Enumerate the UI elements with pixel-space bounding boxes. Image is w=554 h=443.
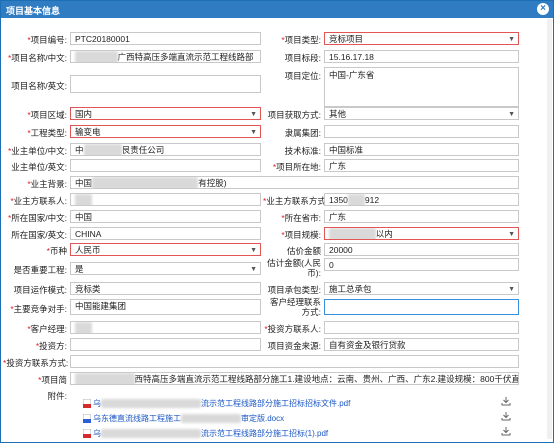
attachment-item[interactable]: 乌xxxxxxxxxxxxxxxxxxxxxxxxx流示范工程线路部分施工招标(… — [83, 428, 328, 439]
province-input[interactable]: 广东 — [324, 210, 519, 223]
operation-mode-input[interactable]: 竞标类 — [70, 282, 261, 295]
close-icon[interactable]: × — [537, 3, 549, 15]
funding-source-label: 项目资金来源: — [267, 341, 321, 351]
owner-en-label: 业主单位/英文: — [11, 162, 67, 172]
tech-standard-label: 技术标准: — [284, 146, 321, 156]
owner-en-input[interactable] — [70, 159, 261, 172]
bid-section-input[interactable]: 15.16.17.18 — [324, 50, 519, 63]
investor-contact-method-label: *投资方联系方式: — [3, 358, 69, 368]
dialog-titlebar: 项目基本信息 × — [1, 1, 553, 18]
owner-contact-phone-input[interactable]: 1350xxxx912 — [324, 193, 519, 206]
investor-contact-input[interactable] — [324, 321, 519, 334]
currency-select[interactable]: 人民币 ▼ — [70, 243, 261, 256]
project-region-label: *项目区域: — [27, 110, 67, 120]
project-code-label: *项目编号: — [27, 35, 67, 45]
project-name-cn-label: *项目名称/中文: — [7, 53, 67, 63]
owner-background-input[interactable]: 中国xxxxxxxxxxxxxxxxxxxxxxxxx有控股) — [70, 176, 519, 189]
docx-icon — [83, 414, 91, 423]
investor-input[interactable] — [70, 338, 261, 351]
project-type-select[interactable]: 竞标项目 ▼ — [324, 32, 519, 45]
project-code-input[interactable]: PTC20180001 — [70, 32, 261, 45]
attachment-item[interactable]: 乌xxxxxxxxxxxxxxxxxxxxxxxxx流示范工程线路部分施工招标招… — [83, 398, 350, 409]
tech-standard-input[interactable]: 中国标准 — [324, 143, 519, 156]
funding-source-input[interactable]: 自有资金及银行贷款 — [324, 338, 519, 351]
country-cn-label: *所在国家/中文: — [7, 213, 67, 223]
owner-cn-input[interactable]: 中xxxxxxxxx艮责任公司 — [70, 143, 261, 156]
contract-type-select[interactable]: 施工总承包 ▼ — [324, 282, 519, 295]
group-label: 隶属集团: — [284, 128, 321, 138]
project-type-label: *项目类型: — [281, 35, 321, 45]
country-en-input[interactable]: CHINA — [70, 227, 261, 240]
attachments-label: 附件: — [47, 391, 67, 401]
client-manager-contact-input[interactable] — [324, 299, 519, 315]
owner-background-label: *业主背景: — [27, 179, 67, 189]
operation-mode-label: 项目运作模式: — [13, 285, 67, 295]
project-scale-select[interactable]: xxxxxxxxxxx以内▼ — [324, 227, 519, 240]
estimated-amount-rmb-input[interactable]: 0 — [324, 258, 519, 271]
group-input[interactable] — [324, 125, 519, 138]
scrollbar[interactable] — [547, 19, 552, 439]
project-summary-label: *项目简 — [38, 375, 67, 385]
dialog-title: 项目基本信息 — [6, 6, 61, 16]
client-manager-label: *客户经理: — [27, 324, 67, 334]
download-icon[interactable] — [501, 397, 511, 406]
project-region-select[interactable]: 国内 ▼ — [70, 107, 261, 120]
pdf-icon — [83, 429, 91, 438]
owner-contact-phone-label: *业主方联系方式: — [263, 196, 329, 206]
estimated-amount-label: 估价金额 — [286, 246, 321, 256]
investor-label: *投资方: — [35, 341, 67, 351]
currency-label: *币种 — [46, 246, 67, 256]
project-scale-label: *项目规模: — [281, 230, 321, 240]
bid-section-label: 项目标段: — [284, 53, 321, 63]
estimated-amount-rmb-label: 估计金额(人民币): — [267, 258, 321, 278]
pdf-icon — [83, 399, 91, 408]
project-summary-input[interactable]: xxxxxxxxxxxxxx西特高压多端直流示范工程线路部分施工1.建设地点：云… — [70, 372, 519, 385]
download-icon[interactable] — [501, 412, 511, 421]
project-category-select[interactable]: 输变电 ▼ — [70, 125, 261, 138]
project-name-en-input[interactable] — [70, 75, 261, 93]
is-key-project-select[interactable]: 是 ▼ — [70, 262, 261, 275]
contract-type-label: 项目承包类型: — [267, 285, 321, 295]
project-name-en-label: 项目名称/英文: — [11, 81, 67, 91]
competitor-label: *主要竞争对手: — [10, 304, 67, 314]
project-location-label: 项目定位: — [284, 71, 321, 81]
download-icon[interactable] — [501, 427, 511, 436]
acquire-method-select[interactable]: 其他 ▼ — [324, 107, 519, 120]
project-info-dialog: 项目基本信息 × *项目编号: PTC20180001 *项目类型: 竞标项目 ▼… — [0, 0, 554, 443]
owner-cn-label: *业主单位/中文: — [7, 146, 67, 156]
attachment-item[interactable]: 乌东德直流线路工程施工xxxxxxxxxxxxxxx审定版.docx — [83, 413, 284, 424]
owner-contact-label: *业主方联系人: — [10, 196, 67, 206]
project-place-label: *项目所在地: — [272, 162, 321, 172]
country-en-label: 所在国家/英文: — [11, 230, 67, 240]
province-label: *所在省市: — [281, 213, 321, 223]
country-cn-input[interactable]: 中国 — [70, 210, 261, 223]
project-name-cn-input[interactable]: xxxxxxxxxx广西特高压多端直流示范工程线路部 — [70, 50, 261, 63]
client-manager-contact-label: 客户经理联系方式: — [269, 297, 321, 317]
project-category-label: *工程类型: — [27, 128, 67, 138]
investor-contact-label: *投资方联系人: — [264, 324, 321, 334]
project-place-input[interactable]: 广东 — [324, 159, 519, 172]
estimated-amount-input[interactable]: 20000 — [324, 243, 519, 256]
project-location-input[interactable]: 中国-广东省 — [324, 67, 519, 107]
acquire-method-label: 项目获取方式: — [267, 110, 321, 120]
owner-contact-input[interactable]: xxxx — [70, 193, 261, 206]
investor-contact-method-input[interactable] — [70, 355, 519, 368]
is-key-project-label: 是否重要工程: — [13, 265, 67, 275]
client-manager-input[interactable]: xxxx — [70, 321, 261, 334]
competitor-input[interactable]: 中国能建集团 — [70, 299, 261, 315]
